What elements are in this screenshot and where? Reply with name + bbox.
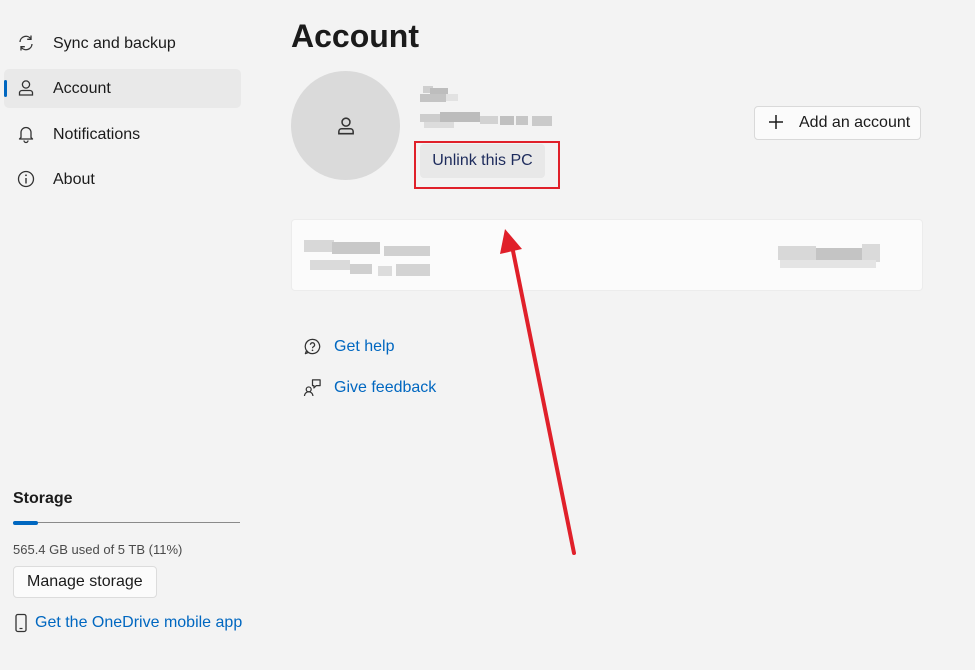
person-icon (18, 80, 34, 96)
sidebar-item-about[interactable]: About (4, 160, 241, 199)
storage-usage-text: 565.4 GB used of 5 TB (11%) (13, 542, 183, 557)
person-icon (337, 116, 354, 134)
redacted-card-content (304, 240, 880, 276)
sidebar-item-sync-and-backup[interactable]: Sync and backup (4, 24, 241, 63)
feedback-icon (303, 379, 321, 397)
sync-icon (19, 35, 33, 51)
add-account-button[interactable]: Add an account (754, 106, 921, 140)
sidebar-item-label: Sync and backup (53, 34, 176, 52)
avatar (291, 71, 400, 180)
storage-bar-track (13, 522, 240, 523)
annotation-highlight-box (414, 141, 560, 189)
mobile-app-link[interactable]: Get the OneDrive mobile app (13, 613, 242, 633)
get-help-link[interactable]: Get help (303, 337, 394, 356)
storage-bar-fill (13, 521, 38, 525)
sidebar-item-label: About (53, 170, 95, 188)
mobile-app-label: Get the OneDrive mobile app (35, 614, 243, 631)
help-icon (304, 338, 321, 355)
info-icon (17, 170, 35, 188)
sidebar-item-label: Account (53, 79, 111, 97)
phone-icon (15, 613, 27, 633)
sidebar-item-label: Notifications (53, 125, 141, 143)
give-feedback-link[interactable]: Give feedback (303, 378, 436, 397)
give-feedback-label: Give feedback (334, 378, 437, 396)
bell-icon (18, 126, 34, 144)
plus-icon (769, 115, 783, 129)
sidebar-item-notifications[interactable]: Notifications (4, 115, 241, 154)
storage-title: Storage (13, 490, 73, 507)
account-details-card (291, 219, 923, 291)
sidebar-item-account[interactable]: Account (4, 69, 241, 108)
get-help-label: Get help (334, 337, 395, 355)
manage-storage-button[interactable]: Manage storage (13, 566, 157, 598)
redacted-account-info (420, 86, 552, 128)
active-indicator (4, 80, 7, 97)
page-title: Account (291, 18, 419, 54)
add-account-label: Add an account (799, 114, 911, 131)
